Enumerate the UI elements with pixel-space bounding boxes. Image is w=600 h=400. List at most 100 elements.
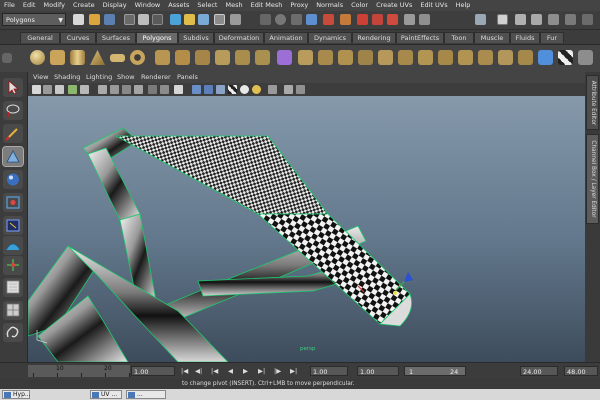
menu-edit-uvs[interactable]: Edit UVs — [416, 0, 451, 11]
tab-curves[interactable]: Curves — [60, 32, 96, 43]
time-slider[interactable]: 10 20 — [28, 365, 130, 377]
insert-edge-loop-icon[interactable] — [378, 50, 393, 65]
smooth-icon[interactable] — [195, 50, 210, 65]
snap-curve-icon[interactable] — [275, 14, 286, 25]
select-object-icon[interactable] — [138, 14, 149, 25]
wedge-icon[interactable] — [418, 50, 433, 65]
show-hypergraph-icon[interactable] — [582, 14, 593, 25]
render-settings-icon[interactable] — [387, 14, 398, 25]
tab-deformation[interactable]: Deformation — [214, 32, 264, 43]
panel-menu-view[interactable]: View — [33, 72, 48, 83]
tab-toon[interactable]: Toon — [444, 32, 474, 43]
ipr-render-icon[interactable] — [372, 14, 383, 25]
show-manipulator-tool-icon[interactable] — [3, 256, 23, 275]
go-to-end-icon[interactable]: ▶| — [290, 367, 297, 375]
playback-start-field[interactable]: 1.00 — [357, 366, 399, 376]
gate-mask-icon[interactable] — [122, 85, 131, 94]
make-live-icon[interactable] — [323, 14, 334, 25]
split-polygon-icon[interactable] — [298, 50, 313, 65]
mirror-geometry-icon[interactable] — [255, 50, 270, 65]
select-component-icon[interactable] — [152, 14, 163, 25]
animation-start-field[interactable]: 1.00 — [310, 366, 348, 376]
extract-icon[interactable] — [215, 50, 230, 65]
open-scene-icon[interactable] — [89, 14, 100, 25]
snap-point-icon[interactable] — [291, 14, 302, 25]
menu-window[interactable]: Window — [131, 0, 165, 11]
merge-vertices-icon[interactable] — [458, 50, 473, 65]
bevel-icon[interactable] — [398, 50, 413, 65]
menu-help[interactable]: Help — [452, 0, 475, 11]
snap-view-plane-icon[interactable] — [306, 14, 317, 25]
use-all-lights-icon[interactable] — [240, 85, 249, 94]
booleans-icon[interactable] — [235, 50, 250, 65]
menu-file[interactable]: File — [0, 0, 19, 11]
menu-proxy[interactable]: Proxy — [286, 0, 312, 11]
camera-attributes-icon[interactable] — [43, 85, 52, 94]
perspective-viewport[interactable]: persp — [28, 96, 585, 362]
tab-attribute-editor[interactable]: Attribute Editor — [586, 75, 599, 130]
tab-rendering[interactable]: Rendering — [352, 32, 396, 43]
panel-menu-lighting[interactable]: Lighting — [86, 72, 112, 83]
poly-sphere-icon[interactable] — [30, 50, 45, 65]
lasso-tool-icon[interactable] — [3, 101, 23, 120]
tab-dynamics[interactable]: Dynamics — [308, 32, 352, 43]
manipulator-tool-icon[interactable] — [3, 216, 23, 235]
uv-mask-icon[interactable] — [214, 14, 225, 25]
tab-channel-box[interactable]: Channel Box / Layer Editor — [586, 134, 599, 224]
taskbar-item-other[interactable]: ... — [126, 390, 166, 399]
poke-face-icon[interactable] — [438, 50, 453, 65]
tab-fluids[interactable]: Fluids — [510, 32, 540, 43]
menu-display[interactable]: Display — [99, 0, 131, 11]
show-outliner-icon[interactable] — [548, 14, 559, 25]
show-attribute-editor-icon[interactable] — [475, 14, 486, 25]
average-vertices-icon[interactable] — [277, 50, 292, 65]
select-tool-icon[interactable] — [3, 78, 23, 97]
layout-persp-outliner-icon[interactable] — [3, 323, 23, 342]
render-frame-icon[interactable] — [357, 14, 368, 25]
isolate-select-icon[interactable] — [268, 85, 277, 94]
menu-create-uvs[interactable]: Create UVs — [372, 0, 416, 11]
tab-polygons[interactable]: Polygons — [136, 32, 178, 43]
cylindrical-mapping-icon[interactable] — [518, 50, 533, 65]
uv-editor-icon[interactable] — [538, 50, 553, 65]
grid-toggle-icon[interactable] — [80, 85, 89, 94]
move-tool-icon[interactable] — [2, 146, 24, 167]
play-backwards-icon[interactable]: ◀ — [228, 367, 233, 375]
tab-animation[interactable]: Animation — [264, 32, 308, 43]
menu-mesh[interactable]: Mesh — [221, 0, 246, 11]
checker-texture-icon[interactable] — [558, 50, 573, 65]
menu-set-dropdown[interactable]: Polygons ▼ — [2, 13, 66, 26]
show-graph-editor-icon[interactable] — [565, 14, 576, 25]
safe-action-icon[interactable] — [148, 85, 157, 94]
lock-selection-icon[interactable] — [230, 14, 241, 25]
image-plane-icon[interactable] — [68, 85, 77, 94]
menu-edit-mesh[interactable]: Edit Mesh — [247, 0, 287, 11]
panel-menu-shading[interactable]: Shading — [54, 72, 80, 83]
play-forwards-icon[interactable]: ▶ — [243, 367, 248, 375]
tab-painteffects[interactable]: PaintEffects — [396, 32, 444, 43]
menu-modify[interactable]: Modify — [39, 0, 69, 11]
shelf-more-icon[interactable] — [578, 50, 593, 65]
step-back-key-icon[interactable]: |◀ — [211, 367, 218, 375]
tab-muscle[interactable]: Muscle — [474, 32, 510, 43]
layout-four-pane-icon[interactable] — [3, 301, 23, 320]
rotate-tool-icon[interactable] — [3, 170, 23, 189]
taskbar-item-uv-editor[interactable]: UV ... — [90, 390, 122, 399]
bookmark-icon[interactable] — [55, 85, 64, 94]
show-channel-box-icon[interactable] — [515, 14, 526, 25]
field-chart-icon[interactable] — [134, 85, 143, 94]
step-forward-frame-icon[interactable]: |▶ — [274, 367, 281, 375]
playback-end-field[interactable]: 24.00 — [520, 366, 558, 376]
tab-general[interactable]: General — [20, 32, 60, 43]
poly-cone-icon[interactable] — [90, 50, 105, 65]
poly-cube-icon[interactable] — [50, 50, 65, 65]
show-layer-editor-icon[interactable] — [531, 14, 542, 25]
input-ops-icon[interactable] — [340, 14, 351, 25]
go-to-start-icon[interactable]: |◀ — [181, 367, 188, 375]
move-manipulator-x-arrow[interactable] — [404, 272, 413, 282]
range-slider[interactable]: 1 24 — [404, 366, 466, 376]
wireframe-on-shaded-icon[interactable] — [204, 85, 213, 94]
safe-title-icon[interactable] — [160, 85, 169, 94]
tab-subdivs[interactable]: Subdivs — [178, 32, 214, 43]
shelf-menu-icon[interactable] — [2, 53, 12, 63]
